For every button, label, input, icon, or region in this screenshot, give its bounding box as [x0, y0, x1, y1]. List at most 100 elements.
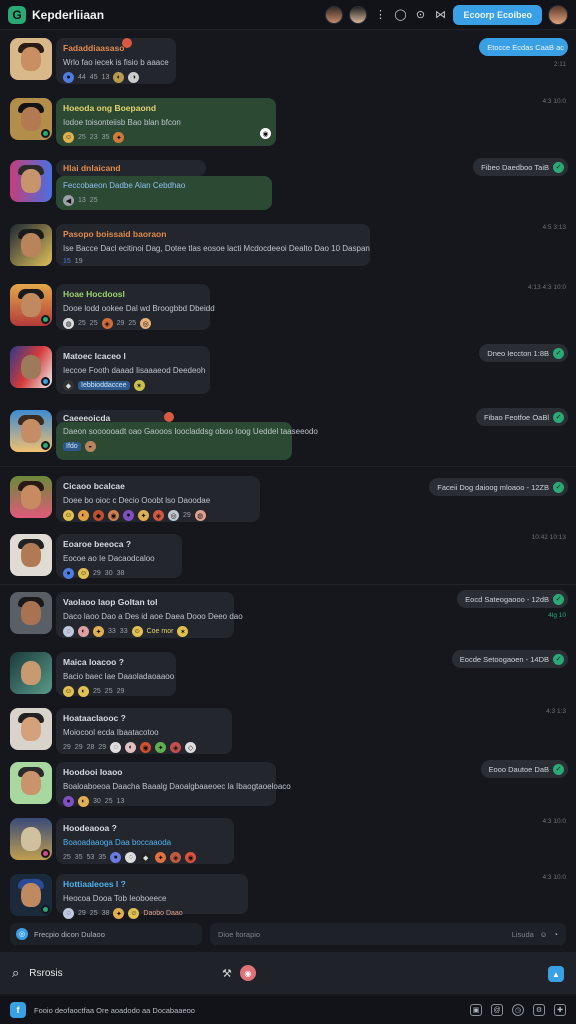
- emoji-icon[interactable]: ◌: [63, 626, 74, 637]
- avatar[interactable]: [10, 410, 52, 452]
- message-bubble[interactable]: Hoataaclaooc ? Moiocool ecda Ibaatacotoo…: [56, 708, 232, 754]
- message-bubble[interactable]: Fadaddiaasaso Wrlo fao iecek is fisio b …: [56, 38, 176, 84]
- message-bubble[interactable]: Vaolaoo laop Goltan tol Daco laoo Dao a …: [56, 592, 243, 638]
- message-bubble[interactable]: Hoeoda ong Boepaond Iodoe toisonteiisb B…: [56, 98, 276, 146]
- emoji-icon[interactable]: ◍: [194, 510, 206, 521]
- message-bubble[interactable]: Pasopo boissaid baoraon Ise Bacce Dacl e…: [56, 224, 370, 266]
- emoji-icon[interactable]: ◑: [128, 72, 140, 83]
- avatar[interactable]: [10, 534, 52, 576]
- avatar[interactable]: [10, 346, 52, 388]
- message-bubble[interactable]: Hoodooi Ioaoo Boaloaboeoa Daacha Baaalg …: [56, 762, 291, 807]
- emoji-icon[interactable]: ✶: [177, 626, 189, 637]
- avatar[interactable]: [10, 818, 52, 860]
- gift-icon[interactable]: ✚: [554, 1004, 566, 1016]
- tool-icon[interactable]: ⚒: [222, 967, 232, 980]
- emoji-icon[interactable]: ●: [63, 568, 74, 579]
- add-reaction-icon[interactable]: ◉: [260, 128, 271, 139]
- emoji-icon[interactable]: ✦: [93, 626, 104, 637]
- emoji-icon[interactable]: ◇: [185, 742, 197, 753]
- message-bubble[interactable]: Hoae Hocdoosl Dooe lodd ookee Dal wd Bro…: [56, 284, 215, 330]
- more-icon[interactable]: ⋮: [373, 8, 387, 21]
- user-avatar-2[interactable]: [349, 5, 368, 24]
- outgoing-message[interactable]: Eocde Setoogaoen - 14DB ✓: [451, 650, 568, 668]
- avatar[interactable]: [10, 592, 52, 634]
- avatar[interactable]: [10, 708, 52, 750]
- footer-logo[interactable]: f: [10, 1002, 26, 1018]
- avatar[interactable]: [10, 98, 52, 140]
- search-bar[interactable]: ⌕ Rsrosis ⚒ ◉ ▲: [0, 952, 576, 994]
- emoji-icon[interactable]: ◈: [101, 318, 113, 329]
- outgoing-message[interactable]: Fibao Feotfoe OaBl ✓: [475, 408, 568, 426]
- emoji-icon[interactable]: ●: [63, 796, 74, 807]
- message-bubble[interactable]: Matoec Icaceo l Ieccoe Footh daaad Iisaa…: [56, 346, 210, 394]
- emoji-icon[interactable]: ◐: [125, 742, 137, 753]
- emoji-icon[interactable]: ◐: [78, 686, 89, 697]
- outgoing-message[interactable]: Eooo Dautoe DaB ✓: [480, 760, 568, 778]
- emoji-icon[interactable]: ◌: [125, 852, 137, 863]
- emoji-icon[interactable]: ☺: [78, 568, 89, 579]
- emoji-icon[interactable]: ◆: [140, 852, 152, 863]
- emoji-icon[interactable]: ◉: [185, 852, 197, 863]
- avatar[interactable]: [10, 38, 52, 80]
- grid-icon[interactable]: ⊙: [413, 8, 427, 21]
- emoji-icon[interactable]: ◌: [63, 908, 74, 919]
- outgoing-message[interactable]: Eocd Sateogaooo - 12dB ✓: [457, 590, 568, 608]
- emoji-icon[interactable]: ✦: [113, 908, 125, 919]
- emoji-icon[interactable]: ✦: [155, 852, 167, 863]
- emoji-icon[interactable]: ◆: [63, 380, 74, 391]
- message-input[interactable]: Dioe ltorapio Lisuda ☺ ◔: [210, 923, 566, 945]
- app-logo[interactable]: G: [8, 5, 26, 24]
- emoji-icon[interactable]: ◐: [113, 72, 125, 83]
- message-bubble[interactable]: Daeon soooooadt oao Gaooos Ioocladdsg ob…: [56, 422, 318, 460]
- emoji-icon[interactable]: ✦: [138, 510, 149, 521]
- emoji-icon[interactable]: ◈: [170, 852, 182, 863]
- emoji-icon[interactable]: ✦: [155, 742, 167, 753]
- avatar[interactable]: [10, 476, 52, 518]
- outgoing-message[interactable]: Faceii Dog daioog mloaoo - 12ZB ✓: [429, 478, 568, 496]
- outgoing-message[interactable]: Etocce Ecdas CaaB ac: [479, 38, 568, 56]
- expand-icon[interactable]: ⋈: [433, 8, 447, 21]
- avatar[interactable]: [10, 160, 52, 202]
- emoji-icon[interactable]: ◍: [63, 318, 74, 329]
- emoji-icon[interactable]: ◈: [153, 510, 164, 521]
- emoji-icon[interactable]: ◐: [78, 510, 89, 521]
- outgoing-message[interactable]: Fibeo Daedboo TaiB ✓: [473, 158, 568, 176]
- search-icon[interactable]: ⌕: [12, 965, 19, 981]
- emoji-icon[interactable]: ☺: [63, 132, 74, 143]
- outgoing-message[interactable]: Dneo Ieccton 1:8B ✓: [479, 344, 568, 362]
- avatar[interactable]: [10, 874, 52, 916]
- emoji-icon[interactable]: ◎: [168, 510, 179, 521]
- thread-selector[interactable]: ◎ Frecpio dicon Dulaoo: [10, 923, 202, 945]
- user-avatar-1[interactable]: [325, 5, 344, 24]
- emoji-icon[interactable]: ◉: [140, 742, 152, 753]
- avatar[interactable]: [10, 284, 52, 326]
- message-bubble[interactable]: Eoaroe beeoca ? Eocoe ao Ie Dacaodcaloo …: [56, 534, 182, 579]
- circle-icon[interactable]: ◯: [393, 8, 407, 21]
- header-action-button[interactable]: Ecoorp Ecoibeo: [453, 4, 542, 25]
- message-list[interactable]: Fadaddiaasaso Wrlo fao iecek is fisio b …: [0, 30, 576, 920]
- message-bubble[interactable]: Hottiaaleoes l ? Heocoa Dooa Tob Ieoboee…: [56, 874, 248, 919]
- emoji-picker-icon[interactable]: ☺: [540, 930, 548, 939]
- emoji-icon[interactable]: ●: [110, 852, 122, 863]
- profile-avatar[interactable]: [548, 4, 568, 25]
- emoji-icon[interactable]: ●: [123, 510, 134, 521]
- avatar[interactable]: [10, 762, 52, 804]
- clock-icon[interactable]: ◷: [512, 1004, 524, 1016]
- message-bubble[interactable]: Hoodeaooa ? Boaoadaaoga Daa boccaaoda 25…: [56, 818, 234, 864]
- emoji-icon[interactable]: ◆: [93, 510, 104, 521]
- send-button[interactable]: ▲: [548, 966, 564, 982]
- message-bubble[interactable]: Maica Ioacoo ? Bacio baec lae Daaoladaoa…: [56, 652, 176, 697]
- emoji-icon[interactable]: ◎: [140, 318, 152, 329]
- emoji-icon[interactable]: ☺: [63, 510, 74, 521]
- image-icon[interactable]: ▣: [470, 1004, 482, 1016]
- mention-icon[interactable]: @: [491, 1004, 503, 1016]
- record-icon[interactable]: ◉: [239, 965, 256, 981]
- avatar[interactable]: [10, 224, 52, 266]
- settings-icon[interactable]: ⚙: [533, 1004, 545, 1016]
- reply-icon[interactable]: ◀: [63, 195, 74, 206]
- message-bubble[interactable]: Cicaoo bcalcae Doee bo oioc c Decio Ooob…: [56, 476, 260, 522]
- reaction-icon[interactable]: ●: [63, 72, 74, 83]
- avatar[interactable]: [10, 652, 52, 694]
- emoji-icon[interactable]: ✶: [133, 380, 145, 391]
- emoji-icon[interactable]: ◈: [170, 742, 182, 753]
